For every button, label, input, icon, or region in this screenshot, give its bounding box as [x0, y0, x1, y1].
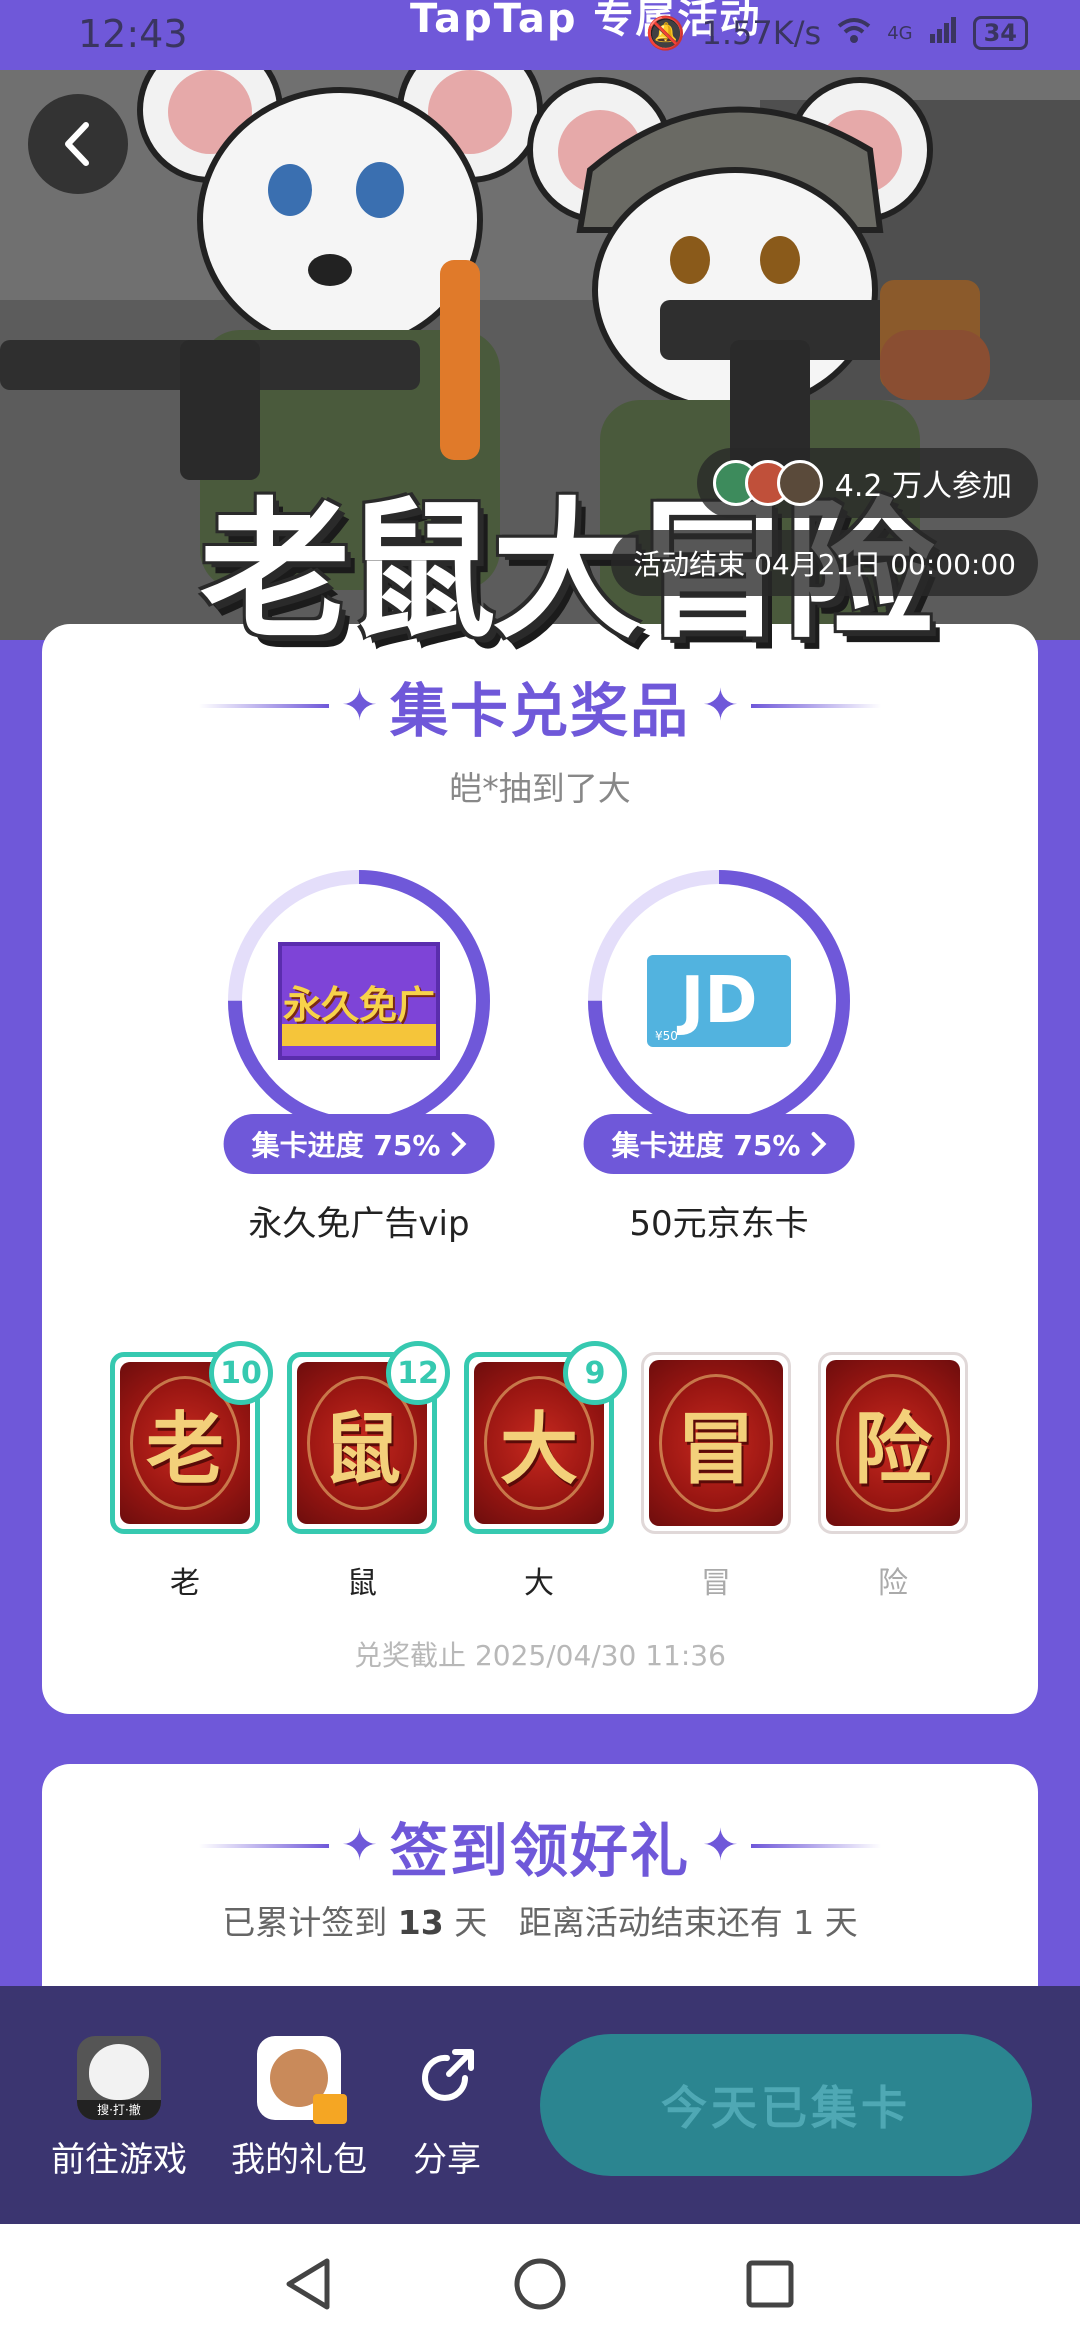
chevron-right-icon — [811, 1132, 827, 1156]
signin-section-header: ✦ 签到领好礼 ✦ — [42, 1804, 1038, 1888]
chevron-right-icon — [451, 1132, 467, 1156]
back-button[interactable] — [28, 94, 128, 194]
participants-count: 4.2 万人参加 — [834, 469, 1012, 504]
triangle-back-icon — [286, 2258, 330, 2310]
card-character: 鼠 — [322, 1404, 401, 1495]
progress-label: 集卡进度 75% — [611, 1129, 801, 1162]
signin-days-unit: 天 — [454, 1903, 488, 1942]
signin-summary: 已累计签到 13 天 距离活动结束还有 1 天 — [42, 1896, 1038, 1944]
my-gifts-button[interactable]: 我的礼包 — [224, 2036, 374, 2181]
vip-image-text: 永久免广 — [282, 982, 435, 1027]
sparkle-icon: ✦ — [702, 680, 739, 731]
prize-image-jd: JD ¥50 — [606, 888, 832, 1114]
network-speed: 1.57K/s — [701, 14, 822, 52]
progress-label: 集卡进度 75% — [251, 1129, 441, 1162]
jd-image-text: JD — [680, 964, 758, 1038]
status-icons: 🔕 1.57K/s 4G 34 — [646, 14, 1028, 52]
card-character: 险 — [853, 1404, 932, 1495]
deco-line-left — [199, 1844, 330, 1848]
status-bar: 12:43 TapTap 专属活动 🔕 1.57K/s 4G 34 — [0, 0, 1080, 70]
collect-today-button[interactable]: 今天已集卡 — [540, 2034, 1032, 2176]
char-card-xian[interactable]: 险 — [818, 1352, 968, 1534]
share-button[interactable]: 分享 — [402, 2036, 492, 2181]
system-nav-bar — [0, 2224, 1080, 2340]
network-type: 4G — [887, 22, 913, 44]
game-icon-text: 搜·打·撤 — [77, 2100, 161, 2120]
chevron-left-icon — [65, 122, 89, 166]
collect-progress-button[interactable]: 集卡进度 75% — [583, 1114, 855, 1174]
card-label: 老 — [170, 1566, 200, 1601]
char-card-da[interactable]: 大 9 — [464, 1341, 627, 1534]
deco-line-left — [199, 704, 330, 708]
card-character: 冒 — [676, 1404, 755, 1495]
prize-jd-card[interactable]: JD ¥50 集卡进度 75% 50元京东卡 — [574, 866, 864, 1246]
prize-progress-ring: 永久免广 — [224, 866, 494, 1136]
collect-progress-button[interactable]: 集卡进度 75% — [223, 1114, 495, 1174]
circle-home-icon — [514, 2258, 566, 2310]
goto-game-label: 前往游戏 — [51, 2140, 187, 2180]
sparkle-icon: ✦ — [341, 1820, 378, 1871]
jd-image-small: ¥50 — [655, 1029, 678, 1043]
deco-line-right — [750, 1844, 881, 1848]
card-character: 老 — [145, 1404, 224, 1495]
char-card-shu[interactable]: 鼠 12 — [287, 1341, 450, 1534]
card-character: 大 — [499, 1404, 578, 1495]
nav-recents-button[interactable] — [740, 2254, 800, 2314]
status-time: 12:43 — [78, 12, 188, 56]
card-count-badge: 12 — [386, 1341, 450, 1405]
collect-cards-panel: ✦ 集卡兑奖品 ✦ 皑*抽到了大 永久免广 集卡进度 75% 永久免广告vip — [42, 624, 1038, 1714]
share-label: 分享 — [413, 2140, 481, 2180]
share-icon — [405, 2036, 489, 2120]
signin-title: 签到领好礼 — [389, 1817, 690, 1885]
hero-banner: 老鼠大冒险 4.2 万人参加 活动结束 04月21日 00:00:00 — [0, 0, 1080, 680]
character-cards-row: 老 10 老 鼠 12 鼠 大 9 大 冒 冒 险 险 — [110, 1341, 970, 1601]
card-count-badge: 10 — [209, 1341, 273, 1405]
bottom-action-bar: 搜·打·撤 前往游戏 我的礼包 分享 今天已集卡 — [0, 1986, 1080, 2224]
mute-icon: 🔕 — [645, 14, 686, 52]
card-label: 鼠 — [347, 1566, 377, 1601]
card-label: 大 — [524, 1566, 554, 1601]
square-recents-icon — [746, 2260, 794, 2308]
activity-end-time: 活动结束 04月21日 00:00:00 — [611, 530, 1038, 596]
deco-line-right — [750, 704, 881, 708]
prize-image-vip: 永久免广 — [246, 888, 472, 1114]
nav-back-button[interactable] — [278, 2254, 338, 2314]
collect-title: 集卡兑奖品 — [389, 677, 690, 745]
signin-days: 13 — [397, 1903, 444, 1942]
sparkle-icon: ✦ — [702, 1820, 739, 1871]
card-label: 冒 — [701, 1566, 731, 1601]
sparkle-icon: ✦ — [341, 680, 378, 731]
signal-icon — [929, 14, 957, 52]
battery-icon: 34 — [972, 16, 1028, 50]
prize-progress-ring: JD ¥50 — [584, 866, 854, 1136]
winner-ticker: 皑*抽到了大 — [449, 769, 631, 808]
card-label: 险 — [878, 1566, 908, 1601]
redeem-deadline: 兑奖截止 2025/04/30 11:36 — [354, 1639, 726, 1672]
participants-badge: 4.2 万人参加 — [696, 448, 1038, 518]
prize-name: 永久免广告vip — [248, 1204, 470, 1244]
signin-prefix: 已累计签到 — [222, 1903, 388, 1942]
prize-vip[interactable]: 永久免广 集卡进度 75% 永久免广告vip — [214, 866, 504, 1246]
prize-name: 50元京东卡 — [629, 1204, 809, 1244]
char-card-lao[interactable]: 老 10 — [110, 1341, 273, 1534]
goto-game-button[interactable]: 搜·打·撤 前往游戏 — [44, 2036, 194, 2181]
wifi-icon — [837, 14, 871, 52]
collect-section-header: ✦ 集卡兑奖品 ✦ — [42, 664, 1038, 748]
participant-avatars — [712, 460, 823, 506]
game-icon: 搜·打·撤 — [77, 2036, 161, 2120]
signin-remaining: 距离活动结束还有 1 天 — [518, 1903, 858, 1942]
signin-panel: ✦ 签到领好礼 ✦ 已累计签到 13 天 距离活动结束还有 1 天 — [42, 1764, 1038, 2024]
my-gifts-label: 我的礼包 — [231, 2140, 367, 2180]
gift-avatar-icon — [257, 2036, 347, 2124]
char-card-mao[interactable]: 冒 — [641, 1352, 791, 1534]
card-count-badge: 9 — [563, 1341, 627, 1405]
nav-home-button[interactable] — [510, 2254, 570, 2314]
